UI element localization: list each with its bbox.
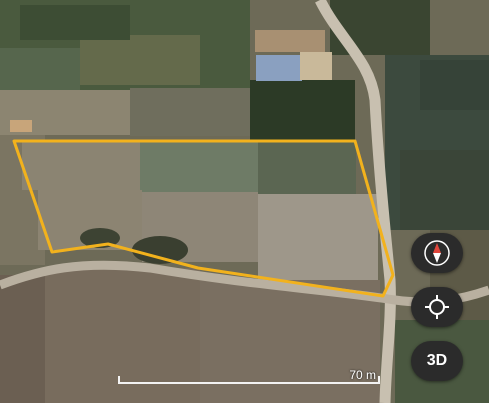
field: [140, 142, 258, 192]
3d-view-button[interactable]: 3D: [411, 341, 463, 381]
field: [22, 142, 140, 190]
field: [258, 194, 378, 280]
compass-button[interactable]: [411, 233, 463, 273]
scale-bar: 70 m: [118, 368, 380, 384]
my-location-icon: [425, 295, 449, 319]
compass-icon: [424, 240, 450, 266]
field: [0, 275, 45, 403]
field: [130, 88, 250, 136]
field: [258, 142, 356, 194]
scale-label: 70 m: [349, 368, 376, 382]
tree-cluster: [20, 5, 130, 40]
tree-cluster: [250, 80, 355, 140]
building: [10, 120, 32, 132]
building-yard: [255, 30, 325, 52]
building-roof: [256, 55, 302, 81]
tree: [132, 236, 188, 264]
field: [80, 35, 200, 85]
building-yard: [300, 52, 332, 80]
field: [400, 150, 489, 230]
my-location-button[interactable]: [411, 287, 463, 327]
field: [0, 48, 80, 90]
satellite-map[interactable]: [0, 0, 489, 403]
field: [420, 60, 489, 110]
